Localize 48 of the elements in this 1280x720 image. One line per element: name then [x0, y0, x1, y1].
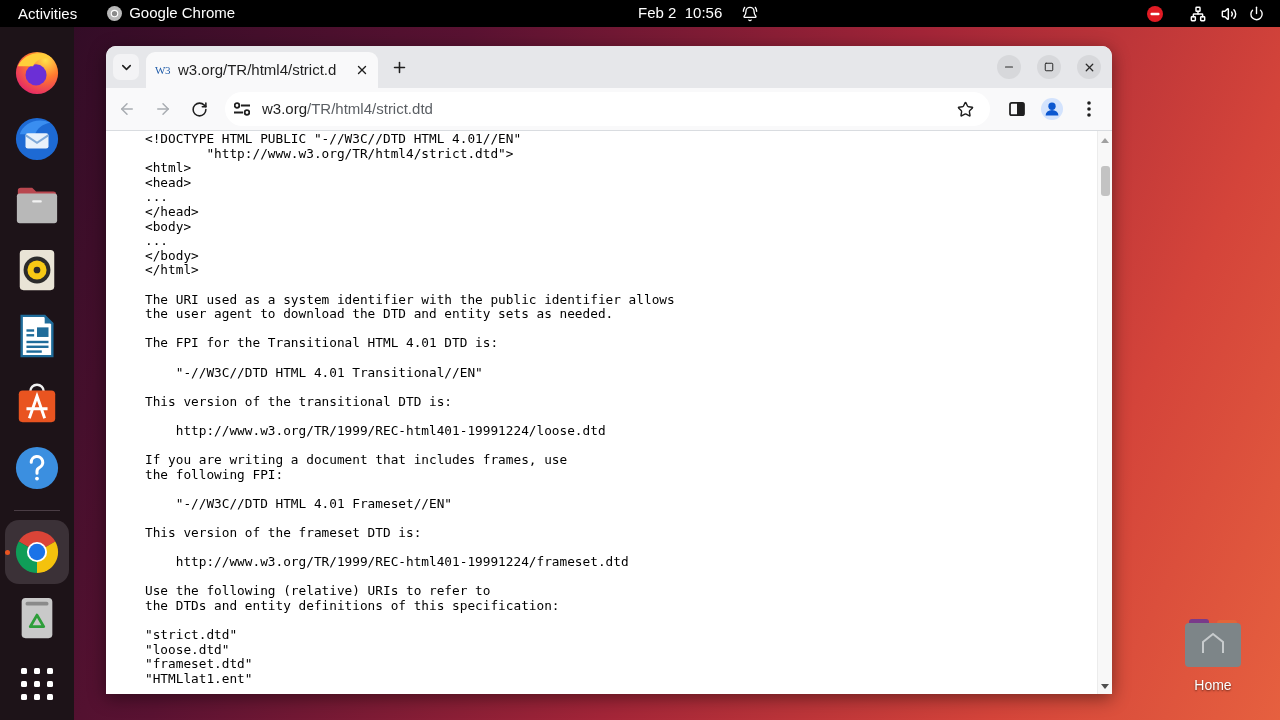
browser-logo-icon	[107, 6, 123, 21]
document-text: "strict.dtd" "loose.dtd" "frameset.dtd" "HTMLlat1.ent"	[145, 628, 253, 687]
network-icon[interactable]	[1190, 5, 1206, 22]
desktop-icon-label[interactable]: Home	[1194, 677, 1232, 693]
document-text: http://www.w3.org/TR/1999/REC-html401-19991224/frameset.dtd	[174, 555, 629, 570]
document-text: http://www.w3.org/TR/1999/REC-html401-19991224/loose.dtd	[174, 423, 606, 439]
document-text: "-//W3C//DTD HTML 4.01 Transitional//EN"	[174, 365, 483, 381]
home-folder-icon[interactable]	[1185, 619, 1241, 667]
dock-launcher[interactable]	[5, 520, 69, 584]
globe-logo-icon	[14, 49, 60, 95]
document-text: The URI used as a system identifier with the public identifier allows the user agent to download the DTD and entity sets as needed.	[145, 292, 675, 322]
tune-icon[interactable]	[234, 102, 250, 116]
scrollbar[interactable]	[1097, 131, 1112, 694]
clock-button[interactable]: Feb 2 10:56	[634, 0, 727, 27]
minimize-button[interactable]	[997, 55, 1021, 79]
forward-arrow-icon	[154, 100, 172, 118]
document-text: Use the following (relative) URIs to refer to the DTDs and entity definitions of this specification:	[145, 584, 560, 614]
address-bar[interactable]: w3.org/TR/html4/strict.dtd	[225, 92, 990, 126]
profile-avatar-icon	[1041, 98, 1063, 120]
activities-button[interactable]: Activities	[10, 0, 86, 27]
tab-search-button[interactable]	[113, 54, 139, 80]
close-icon	[355, 63, 369, 77]
browser-logo-icon	[14, 529, 60, 575]
volume-icon[interactable]	[1221, 5, 1237, 22]
document-text: The FPI for the Transitional HTML 4.01 DTD is:	[145, 336, 499, 351]
close-window-button[interactable]	[1077, 55, 1101, 79]
scrollbar-thumb[interactable]	[1100, 166, 1110, 196]
mail-icon	[14, 115, 60, 161]
power-icon[interactable]	[1249, 6, 1264, 21]
help-icon	[14, 445, 60, 491]
reload-icon	[190, 100, 208, 118]
maximize-button[interactable]	[1037, 55, 1061, 79]
maximize-icon	[1044, 62, 1054, 72]
side-panel-icon	[1009, 102, 1025, 116]
document-text: <!DOCTYPE HTML PUBLIC "-//W3C//DTD HTML 4.01//EN" "http://www.w3.org/TR/html4/strict.dtd"> <html> <head> ... </head> <body> ... </body> </html>	[145, 132, 522, 278]
browser-tab[interactable]: W3 w3.org/TR/html4/strict.d	[146, 52, 378, 88]
document-text: "-//W3C//DTD HTML 4.01 Frameset//EN"	[174, 496, 453, 512]
app-menu[interactable]: Google Chrome	[103, 0, 240, 27]
document-text: If you are writing a document that includes frames, use the following FPI:	[145, 453, 568, 483]
document-text: This version of the transitional DTD is:	[145, 394, 453, 410]
scroll-down-icon[interactable]	[1101, 684, 1109, 689]
app-grid-icon	[21, 668, 53, 700]
document-text: This version of the frameset DTD is:	[145, 526, 422, 541]
star-icon[interactable]	[957, 100, 974, 118]
minus-circle-icon[interactable]	[1147, 5, 1163, 22]
bell-icon[interactable]	[742, 5, 759, 22]
menu-icon	[1087, 101, 1091, 117]
site-favicon: W3	[155, 63, 171, 77]
